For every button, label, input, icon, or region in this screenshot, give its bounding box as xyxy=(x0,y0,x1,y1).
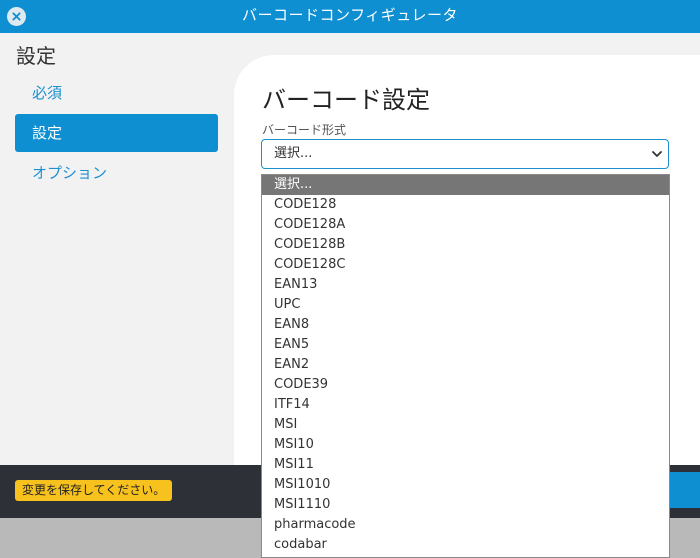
dropdown-option[interactable]: MSI11 xyxy=(262,455,669,475)
barcode-format-select[interactable]: 選択... xyxy=(261,139,669,169)
dropdown-option[interactable]: EAN2 xyxy=(262,355,669,375)
title-bar: バーコードコンフィギュレータ xyxy=(0,0,700,33)
dropdown-option[interactable]: UPC xyxy=(262,295,669,315)
dropdown-option[interactable]: MSI10 xyxy=(262,435,669,455)
page-title: バーコード設定 xyxy=(262,86,430,114)
sidebar-title: 設定 xyxy=(16,44,56,68)
dropdown-option[interactable]: CODE128A xyxy=(262,215,669,235)
dropdown-option[interactable]: pharmacode xyxy=(262,515,669,535)
dropdown-option[interactable]: CODE128 xyxy=(262,195,669,215)
dropdown-option[interactable]: CODE39 xyxy=(262,375,669,395)
dropdown-option[interactable]: MSI1010 xyxy=(262,475,669,495)
dropdown-option[interactable]: CODE128C xyxy=(262,255,669,275)
sidebar-item-required[interactable]: 必須 xyxy=(15,74,218,112)
barcode-format-label: バーコード形式 xyxy=(262,123,347,137)
sidebar-item-options[interactable]: オプション xyxy=(15,154,218,192)
dropdown-option[interactable]: CODE128B xyxy=(262,235,669,255)
window-title: バーコードコンフィギュレータ xyxy=(242,6,458,24)
dropdown-option[interactable]: 選択... xyxy=(262,175,669,195)
dropdown-option[interactable]: EAN5 xyxy=(262,335,669,355)
barcode-format-value: 選択... xyxy=(274,146,313,161)
barcode-format-dropdown[interactable]: 選択... CODE128 CODE128A CODE128B CODE128C EAN1… xyxy=(261,174,670,558)
sidebar-item-settings[interactable]: 設定 xyxy=(15,114,218,152)
dropdown-option[interactable]: codabar xyxy=(262,535,669,555)
dropdown-option[interactable]: ITF14 xyxy=(262,395,669,415)
chevron-down-icon xyxy=(652,151,662,157)
dropdown-option[interactable]: MSI1110 xyxy=(262,495,669,515)
app-window: バーコードコンフィギュレータ 設定 必須 設定 オプション バーコード設定 バー… xyxy=(0,0,700,558)
dropdown-option[interactable]: EAN8 xyxy=(262,315,669,335)
dropdown-option[interactable]: MSI xyxy=(262,415,669,435)
save-notice-badge: 変更を保存してください。 xyxy=(15,480,173,501)
dropdown-option[interactable]: EAN13 xyxy=(262,275,669,295)
